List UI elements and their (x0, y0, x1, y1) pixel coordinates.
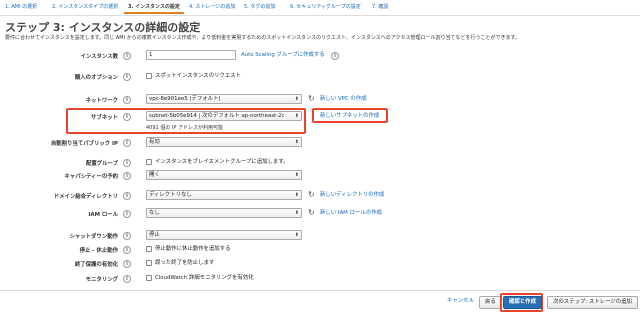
info-icon[interactable]: i (123, 275, 131, 283)
iam-role-label: IAM ロール (88, 212, 118, 218)
tab-security-group[interactable]: 6. セキュリティグループの設定 (290, 3, 361, 10)
purchase-option-row: 購入のオプション i スポットインスタンスのリクエスト (0, 71, 640, 83)
info-icon[interactable]: i (123, 246, 131, 254)
shutdown-behavior-row: シャットダウン動作 i 停止 ⬍ (0, 230, 640, 242)
tab-review[interactable]: 7. 確認 (372, 3, 388, 10)
purchase-option-label: 購入のオプション (74, 75, 118, 81)
instance-count-label: インスタンス数 (80, 54, 118, 60)
shutdown-behavior-select[interactable]: 停止 ⬍ (146, 230, 302, 240)
create-subnet-link[interactable]: 新しいサブネットの作成 (320, 111, 379, 121)
chevron-down-icon: ⬍ (294, 113, 299, 119)
placement-group-checkbox[interactable] (146, 159, 152, 165)
chevron-down-icon: ⬍ (294, 192, 299, 198)
back-button[interactable]: 戻る (479, 296, 502, 309)
refresh-icon[interactable]: ↻ (308, 190, 315, 200)
review-and-launch-button[interactable]: 確認と作成 (503, 296, 542, 309)
cancel-button[interactable]: キャンセル (442, 296, 479, 309)
info-icon[interactable]: i (123, 113, 131, 121)
placement-group-checkbox-label: インスタンスをプレイスメントグループに追加します。 (155, 159, 289, 165)
domain-directory-label: ドメイン結合ディレクトリ (53, 194, 118, 200)
info-icon[interactable]: i (123, 73, 131, 81)
chevron-down-icon: ⬍ (294, 96, 299, 102)
auto-scaling-link[interactable]: Auto Scaling グループに作成する (241, 50, 325, 60)
iam-role-value: なし (149, 210, 160, 216)
termination-protection-checkbox-label: 誤った終了を防止します (155, 260, 215, 266)
spot-request-label: スポットインスタンスのリクエスト (155, 73, 242, 79)
monitoring-checkbox-label: CloudWatch 詳細モニタリングを有効化 (155, 275, 254, 281)
stop-hibernate-label: 停止 - 休止動作 (79, 248, 118, 254)
capacity-reservation-row: キャパシティーの予約 i 開く ⬍ (0, 170, 640, 182)
chevron-down-icon: ⬍ (294, 172, 299, 178)
refresh-icon[interactable]: ↻ (308, 94, 315, 104)
create-iam-role-link[interactable]: 新しい IAM ロールの作成 (320, 208, 382, 218)
auto-public-ip-label: 自動割り当てパブリック IP (50, 141, 118, 147)
capacity-reservation-select[interactable]: 開く ⬍ (146, 170, 302, 180)
tab-storage[interactable]: 4. ストレージの追加 (189, 3, 235, 10)
termination-protection-checkbox[interactable] (146, 260, 152, 266)
refresh-icon[interactable]: ↻ (308, 208, 315, 218)
iam-role-select[interactable]: なし ⬍ (146, 208, 302, 218)
shutdown-behavior-value: 停止 (149, 232, 160, 238)
subnet-select-value: subnet-5b05e914 | 次のデフォルト ap-northeast-2… (149, 113, 285, 119)
info-icon[interactable]: i (331, 52, 339, 60)
shutdown-behavior-label: シャットダウン動作 (69, 234, 118, 240)
tab-tags[interactable]: 5. タグの追加 (244, 3, 275, 10)
domain-directory-select[interactable]: ディレクトリなし ⬍ (146, 190, 302, 200)
capacity-reservation-value: 開く (149, 172, 160, 178)
auto-public-ip-row: 自動割り当てパブリック IP i 有効 ⬍ (0, 137, 640, 149)
network-row: ネットワーク i vpc-8e901ee5 (デフォルト) ⬍ ↻ 新しい VP… (0, 94, 640, 106)
tab-configure-instance[interactable]: 3. インスタンスの設定 (124, 3, 184, 14)
domain-directory-value: ディレクトリなし (149, 192, 192, 198)
monitoring-label: モニタリング (85, 277, 118, 283)
footer-actions: キャンセル 戻る 確認と作成 次のステップ: ストレージの追加 (0, 290, 640, 317)
stop-hibernate-checkbox-label: 停止動作に休止動作を追加する (155, 246, 231, 252)
wizard-tabs: 1. AMI の選択 2. インスタンスタイプの選択 3. インスタンスの設定 … (0, 0, 640, 16)
subnet-label: サブネット (91, 115, 118, 121)
info-icon[interactable]: i (123, 172, 131, 180)
termination-protection-row: 終了保護の有効化 i 誤った終了を防止します (0, 258, 640, 270)
next-storage-button[interactable]: 次のステップ: ストレージの追加 (547, 296, 638, 309)
create-directory-link[interactable]: 新しいディレクトリの作成 (320, 190, 384, 200)
subnet-select[interactable]: subnet-5b05e914 | 次のデフォルト ap-northeast-2… (146, 111, 302, 121)
subnet-ip-available: 4091 個の IP アドレスが利用可能 (146, 125, 223, 131)
info-icon[interactable]: i (123, 192, 131, 200)
network-select[interactable]: vpc-8e901ee5 (デフォルト) ⬍ (146, 94, 302, 104)
placement-group-label: 配置グループ (85, 161, 118, 167)
form-content: インスタンス数 i 1 Auto Scaling グループに作成する i 購入の… (0, 44, 640, 290)
chevron-down-icon: ⬍ (294, 210, 299, 216)
info-icon[interactable]: i (123, 260, 131, 268)
info-icon[interactable]: i (123, 159, 131, 167)
stop-hibernate-checkbox[interactable] (146, 246, 152, 252)
chevron-down-icon: ⬍ (294, 139, 299, 145)
domain-directory-row: ドメイン結合ディレクトリ i ディレクトリなし ⬍ ↻ 新しいディレクトリの作成 (0, 190, 640, 202)
network-select-value: vpc-8e901ee5 (デフォルト) (149, 96, 221, 102)
page-description: 要件に合わせてインスタンスを設定します。同じ AMI からの複数インスタンス作成… (5, 35, 520, 41)
iam-role-row: IAM ロール i なし ⬍ ↻ 新しい IAM ロールの作成 (0, 208, 640, 220)
instance-count-input[interactable]: 1 (146, 50, 236, 60)
network-label: ネットワーク (85, 98, 118, 104)
termination-protection-label: 終了保護の有効化 (74, 262, 118, 268)
placement-group-row: 配置グループ i インスタンスをプレイスメントグループに追加します。 (0, 157, 640, 169)
tab-ami[interactable]: 1. AMI の選択 (5, 3, 37, 10)
spot-request-checkbox[interactable] (146, 73, 152, 79)
auto-public-ip-select[interactable]: 有効 ⬍ (146, 137, 302, 147)
info-icon[interactable]: i (123, 139, 131, 147)
monitoring-row: モニタリング i CloudWatch 詳細モニタリングを有効化 (0, 273, 640, 285)
info-icon[interactable]: i (123, 210, 131, 218)
auto-public-ip-value: 有効 (149, 139, 160, 145)
subnet-row: サブネット i subnet-5b05e914 | 次のデフォルト ap-nor… (0, 111, 640, 123)
info-icon[interactable]: i (123, 96, 131, 104)
create-vpc-link[interactable]: 新しい VPC の作成 (320, 94, 366, 104)
info-icon[interactable]: i (123, 52, 131, 60)
capacity-reservation-label: キャパシティーの予約 (64, 174, 118, 180)
monitoring-checkbox[interactable] (146, 275, 152, 281)
instance-count-row: インスタンス数 i 1 Auto Scaling グループに作成する i (0, 50, 640, 62)
stop-hibernate-row: 停止 - 休止動作 i 停止動作に休止動作を追加する (0, 244, 640, 256)
chevron-down-icon: ⬍ (294, 232, 299, 238)
tab-instance-type[interactable]: 2. インスタンスタイプの選択 (52, 3, 118, 10)
info-icon[interactable]: i (123, 232, 131, 240)
page-title: ステップ 3: インスタンスの詳細の設定 (5, 21, 201, 34)
